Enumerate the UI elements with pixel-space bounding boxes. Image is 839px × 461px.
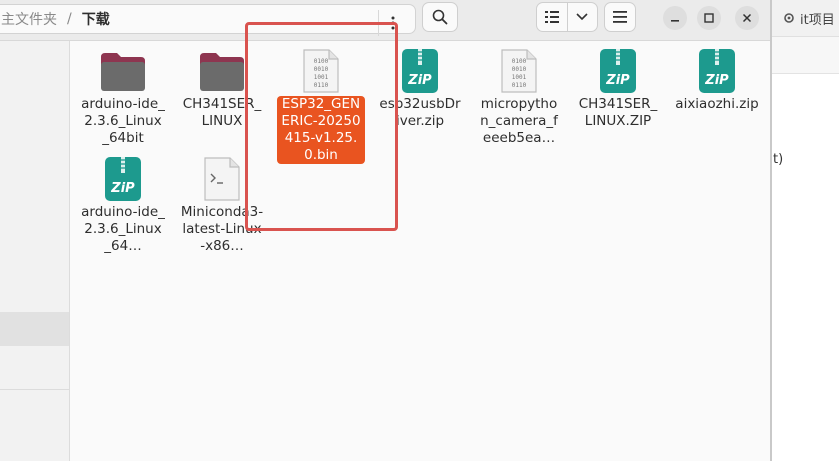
file-label: aixiaozhi.zip [675, 96, 759, 112]
zip-archive-icon: ZiP [99, 155, 147, 203]
background-tab-title: it项目 [800, 12, 835, 28]
file-item[interactable]: ZiP aixiaozhi.zip [669, 41, 765, 113]
svg-text:ZiP: ZiP [110, 181, 135, 196]
main-menu-button[interactable] [604, 2, 636, 32]
file-item[interactable]: arduino-ide_2.3.6_Linux_64bit [75, 41, 171, 147]
sidebar-item-selected[interactable] [0, 312, 69, 346]
svg-text:ZiP: ZiP [704, 73, 729, 88]
gear-icon [784, 13, 794, 23]
path-menu-button[interactable] [378, 10, 407, 36]
file-item[interactable]: ZiP arduino-ide_2.3.6_Linux_64… [75, 149, 171, 255]
zip-archive-icon: ZiP [594, 47, 642, 95]
svg-text:0100: 0100 [314, 58, 329, 65]
breadcrumb-current[interactable]: 下载 [82, 9, 110, 29]
header-bar: 主文件夹 / 下载 [0, 0, 771, 41]
file-label: micropython_camera_feeeb5ea… [480, 96, 558, 146]
background-window-tab[interactable]: it项目 [772, 0, 839, 37]
close-icon [742, 13, 752, 23]
folder-icon [198, 47, 246, 95]
binary-file-icon: 0100 0010 1001 0110 [495, 47, 543, 95]
file-label: Miniconda3-latest-Linux-x86… [180, 204, 264, 254]
file-label: arduino-ide_2.3.6_Linux_64… [81, 204, 165, 254]
chevron-down-icon [576, 13, 588, 21]
view-options-button[interactable] [566, 3, 598, 31]
search-button[interactable] [422, 2, 458, 32]
file-label: ESP32_GENERIC-20250415-v1.25.0.bin [277, 96, 365, 164]
binary-file-icon: 0100 0010 1001 0110 [297, 47, 345, 95]
file-label: esp32usbDriver.zip [379, 96, 461, 129]
file-item[interactable]: 0100 0010 1001 0110 ESP32_GENERIC-202504… [273, 41, 369, 164]
file-item[interactable]: ZiP esp32usbDriver.zip [372, 41, 468, 130]
file-label: CH341SER_LINUX.ZIP [578, 96, 658, 129]
list-view-button[interactable] [537, 3, 567, 31]
file-label: arduino-ide_2.3.6_Linux_64bit [81, 96, 165, 146]
view-toggle-group [536, 2, 598, 32]
file-label: CH341SER_LINUX [182, 96, 262, 129]
svg-text:0010: 0010 [314, 66, 329, 73]
sidebar [0, 41, 70, 461]
script-file-icon [198, 155, 246, 203]
breadcrumb-separator: / [67, 11, 72, 27]
minimize-button[interactable] [663, 6, 687, 30]
svg-text:0010: 0010 [512, 66, 527, 73]
more-vertical-icon [391, 16, 395, 30]
background-window-toolbar [772, 37, 839, 74]
close-button[interactable] [735, 6, 759, 30]
maximize-button[interactable] [697, 6, 721, 30]
minimize-icon [671, 20, 679, 22]
svg-text:0110: 0110 [512, 82, 527, 89]
search-icon [432, 9, 448, 25]
file-item[interactable]: Miniconda3-latest-Linux-x86… [174, 149, 270, 255]
svg-text:1001: 1001 [512, 74, 527, 81]
window-edge [770, 0, 772, 461]
svg-text:0100: 0100 [512, 58, 527, 65]
file-item[interactable]: 0100 0010 1001 0110 micropython_camera_f… [471, 41, 567, 147]
folder-icon [99, 47, 147, 95]
svg-text:ZiP: ZiP [407, 73, 432, 88]
background-window-text: t) [773, 152, 784, 167]
zip-archive-icon: ZiP [396, 47, 444, 95]
path-bar: 主文件夹 / 下载 [0, 4, 416, 36]
maximize-icon [704, 13, 714, 23]
sidebar-divider [0, 389, 69, 390]
svg-text:0110: 0110 [314, 82, 329, 89]
hamburger-menu-icon [613, 11, 627, 23]
zip-archive-icon: ZiP [693, 47, 741, 95]
list-view-icon [544, 11, 559, 23]
svg-text:ZiP: ZiP [605, 73, 630, 88]
svg-text:1001: 1001 [314, 74, 329, 81]
breadcrumb-home[interactable]: 主文件夹 [1, 9, 57, 29]
file-grid: arduino-ide_2.3.6_Linux_64bit CH341SER_L… [70, 41, 770, 461]
file-item[interactable]: CH341SER_LINUX [174, 41, 270, 130]
file-item[interactable]: ZiP CH341SER_LINUX.ZIP [570, 41, 666, 130]
